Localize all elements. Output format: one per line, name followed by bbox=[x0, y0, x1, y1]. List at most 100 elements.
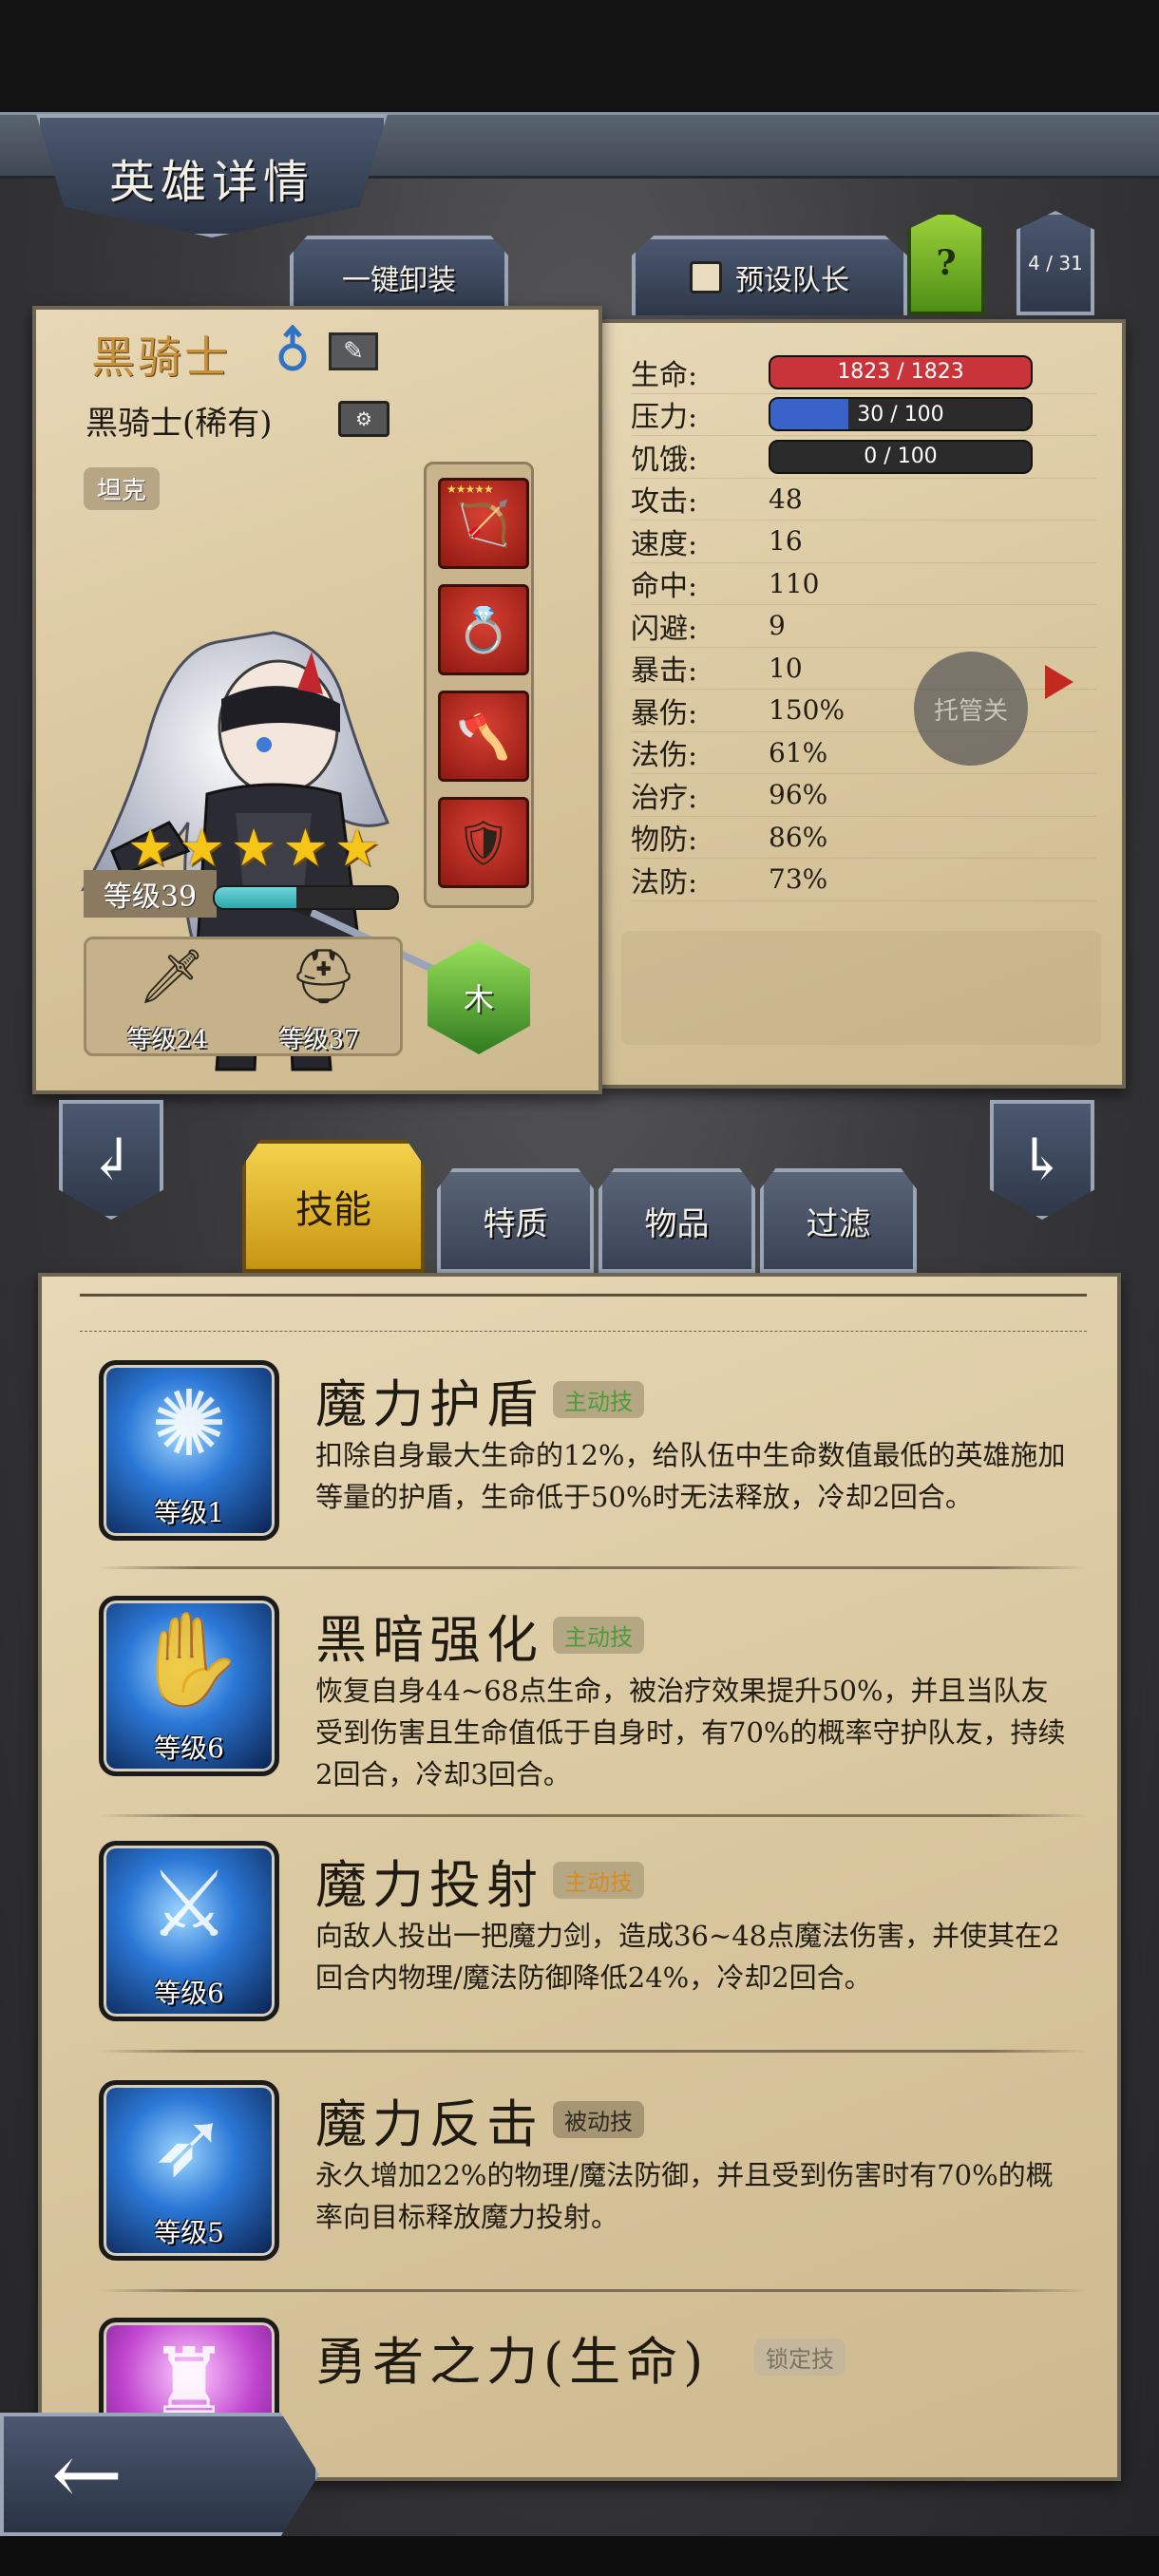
hero-name: 黑骑士 bbox=[91, 331, 231, 383]
gear-weapon[interactable]: 🗡 等级24 bbox=[96, 939, 238, 1059]
divider bbox=[99, 2050, 1087, 2053]
tab-skills[interactable]: 技能 bbox=[242, 1140, 425, 1273]
star-icon: ★ bbox=[282, 818, 329, 878]
element-label: 木 bbox=[463, 981, 494, 1017]
equip-slot-shield[interactable]: 🛡 bbox=[438, 797, 529, 888]
equip-slot-axe[interactable]: 🪓 bbox=[438, 691, 529, 782]
skill-item[interactable]: ⚔ 等级6 魔力投射 主动技 向敌人投出一把魔力剑，造成36~48点魔法伤害，并… bbox=[99, 1841, 1087, 2061]
skill-type-tag: 主动技 bbox=[553, 1862, 644, 1899]
divider bbox=[99, 1814, 1087, 1817]
stat-value: 61% bbox=[769, 736, 828, 768]
tab-items-label: 物品 bbox=[644, 1204, 710, 1243]
stat-row: 法防: 73% bbox=[631, 859, 1096, 901]
skill-type-tag: 主动技 bbox=[553, 1617, 644, 1654]
hero-page-indicator: 4 / 31 bbox=[1016, 211, 1094, 315]
skill-description: 向敌人投出一把魔力剑，造成36~48点魔法伤害，并使其在2回合内物理/魔法防御降… bbox=[315, 1920, 1060, 1994]
mana-counter-skill-icon: ➶ 等级5 bbox=[99, 2080, 279, 2261]
stat-bar-value: 1823 / 1823 bbox=[837, 360, 964, 385]
skill-name: 黑暗强化 bbox=[315, 1610, 543, 1670]
skill-item[interactable]: ➶ 等级5 魔力反击 被动技 永久增加22%的物理/魔法防御，并且受到伤害时有7… bbox=[99, 2080, 1087, 2301]
mana-shield-skill-icon: ✺ 等级1 bbox=[99, 1360, 279, 1541]
skill-name: 魔力投射 bbox=[315, 1855, 543, 1915]
stat-label: 治疗: bbox=[631, 781, 698, 815]
unequip-all-button[interactable]: 一键卸装 bbox=[290, 236, 508, 315]
edit-name-icon[interactable]: ✎ bbox=[329, 332, 378, 370]
stat-label: 闪避: bbox=[631, 612, 698, 646]
stat-label: 攻击: bbox=[631, 485, 698, 520]
skill-name: 勇者之力(生命) bbox=[315, 2332, 710, 2392]
tab-items[interactable]: 物品 bbox=[598, 1168, 755, 1273]
gear-tray: 🗡 等级24 ⛑ 等级37 bbox=[84, 937, 403, 1056]
xp-progress-fill bbox=[215, 887, 297, 908]
skill-list-panel: ✺ 等级1 魔力护盾 主动技 扣除自身最大生命的12%，给队伍中生命数值最低的英… bbox=[38, 1273, 1121, 2481]
tab-filter-label: 过滤 bbox=[806, 1204, 871, 1243]
stat-row: 法伤: 61% bbox=[631, 732, 1096, 774]
stat-value: 150% bbox=[769, 694, 846, 727]
stat-value: 110 bbox=[769, 567, 820, 599]
divider bbox=[99, 1566, 1087, 1569]
stat-bar-value: 30 / 100 bbox=[857, 402, 944, 426]
helmet-icon: ⛑ bbox=[290, 946, 358, 1008]
stat-row: 饥饿: 0 / 100 bbox=[631, 436, 1096, 479]
preset-captain-toggle[interactable]: 预设队长 bbox=[632, 236, 907, 315]
stat-row: 闪避: 9 bbox=[631, 605, 1096, 648]
status-bar-area bbox=[0, 0, 1159, 114]
stat-list: 生命: 1823 / 1823 压力: 30 / 100 饥饿: 0 / 100 攻击: 48… bbox=[631, 351, 1096, 901]
tab-traits[interactable]: 特质 bbox=[437, 1168, 594, 1273]
skill-description: 永久增加22%的物理/魔法防御，并且受到伤害时有70%的概率向目标释放魔力投射。 bbox=[315, 2159, 1054, 2233]
equipment-slots: ★★★★★ 🏹 💍 🪓 🛡 bbox=[424, 462, 534, 908]
stat-label: 压力: bbox=[631, 401, 698, 435]
stat-label: 生命: bbox=[631, 358, 698, 392]
page-title: 英雄详情 bbox=[108, 156, 314, 209]
stat-value: 9 bbox=[769, 610, 786, 642]
back-arrow-icon: ← bbox=[51, 2424, 124, 2525]
auto-manage-toggle[interactable]: 托管关 bbox=[914, 652, 1028, 766]
stat-label: 暴伤: bbox=[631, 696, 698, 730]
tab-traits-label: 特质 bbox=[483, 1204, 548, 1243]
skill-type-tag: 被动技 bbox=[553, 2101, 644, 2138]
role-badge: 坦克 bbox=[84, 467, 161, 510]
stat-label: 速度: bbox=[631, 527, 698, 561]
star-rating: ★ ★ ★ ★ ★ bbox=[127, 823, 380, 874]
help-button[interactable]: ? bbox=[907, 211, 985, 315]
male-icon bbox=[278, 325, 307, 371]
stats-footer-area bbox=[621, 931, 1101, 1045]
star-icon: ★ bbox=[230, 818, 277, 878]
back-button[interactable]: ← bbox=[0, 2413, 319, 2536]
crossbow-icon: 🏹 bbox=[456, 497, 511, 549]
dark-empower-skill-icon: ✋ 等级6 bbox=[99, 1596, 279, 1776]
skill-item[interactable]: ✺ 等级1 魔力护盾 主动技 扣除自身最大生命的12%，给队伍中生命数值最低的英… bbox=[99, 1360, 1087, 1581]
divider bbox=[99, 2289, 1087, 2292]
tab-skills-label: 技能 bbox=[295, 1188, 371, 1232]
stat-bar: 1823 / 1823 bbox=[769, 354, 1033, 389]
stat-bar-value: 0 / 100 bbox=[864, 445, 938, 469]
star-icon: ★ bbox=[333, 818, 381, 878]
tab-filter[interactable]: 过滤 bbox=[760, 1168, 917, 1273]
xp-progress-bar bbox=[213, 885, 399, 910]
skill-level: 等级6 bbox=[154, 1978, 224, 2009]
skill-description: 扣除自身最大生命的12%，给队伍中生命数值最低的英雄施加等量的护盾，生命低于50… bbox=[315, 1439, 1066, 1513]
gear-armor[interactable]: ⛑ 等级37 bbox=[248, 939, 390, 1059]
stat-value: 96% bbox=[769, 779, 828, 811]
skill-level: 等级6 bbox=[154, 1733, 224, 1764]
equip-slot-crossbow[interactable]: ★★★★★ 🏹 bbox=[438, 478, 529, 569]
unequip-all-label: 一键卸装 bbox=[342, 264, 456, 297]
stat-value: 86% bbox=[769, 821, 828, 853]
shield-icon: 🛡 bbox=[455, 816, 512, 868]
stat-row: 攻击: 48 bbox=[631, 479, 1096, 521]
stat-row: 命中: 110 bbox=[631, 563, 1096, 605]
skill-level: 等级5 bbox=[154, 2217, 224, 2248]
class-info-icon[interactable]: ⚙ bbox=[338, 401, 390, 437]
hero-class-name: 黑骑士(稀有) bbox=[86, 405, 273, 443]
gear-weapon-level: 等级24 bbox=[126, 1026, 208, 1054]
stat-label: 命中: bbox=[631, 570, 698, 604]
stat-row: 治疗: 96% bbox=[631, 774, 1096, 817]
skill-item[interactable]: ✋ 等级6 黑暗强化 主动技 恢复自身44~68点生命，被治疗效果提升50%，并… bbox=[99, 1596, 1087, 1816]
stat-label: 暴击: bbox=[631, 654, 698, 689]
next-page-arrow-icon[interactable] bbox=[1045, 665, 1074, 699]
stat-bar: 0 / 100 bbox=[769, 439, 1033, 474]
stat-label: 法防: bbox=[631, 865, 698, 900]
captain-checkbox[interactable] bbox=[690, 261, 722, 294]
equip-slot-ring[interactable]: 💍 bbox=[438, 584, 529, 675]
gear-armor-level: 等级37 bbox=[278, 1026, 360, 1054]
